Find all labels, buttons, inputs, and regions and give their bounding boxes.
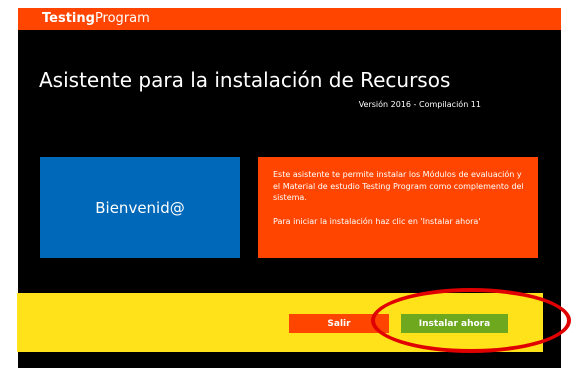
- info-tile: Este asistente te permite instalar los M…: [258, 157, 538, 258]
- info-description: Este asistente te permite instalar los M…: [273, 170, 524, 202]
- brand-logo: TestingProgram: [42, 11, 150, 27]
- exit-button[interactable]: Salir: [289, 314, 389, 333]
- info-instruction: Para iniciar la instalación haz clic en …: [273, 216, 481, 226]
- brand-logo-light: Program: [94, 11, 150, 26]
- title-bar: TestingProgram: [18, 8, 561, 30]
- install-now-button[interactable]: Instalar ahora: [401, 314, 508, 333]
- version-label: Versión 2016 - Compilación 11: [358, 100, 481, 109]
- welcome-text: Bienvenid@: [95, 198, 185, 217]
- welcome-tile: Bienvenid@: [40, 157, 240, 258]
- action-bar: Salir Instalar ahora: [17, 293, 543, 352]
- brand-logo-bold: Testing: [42, 11, 95, 26]
- page-title: Asistente para la instalación de Recurso…: [39, 68, 451, 92]
